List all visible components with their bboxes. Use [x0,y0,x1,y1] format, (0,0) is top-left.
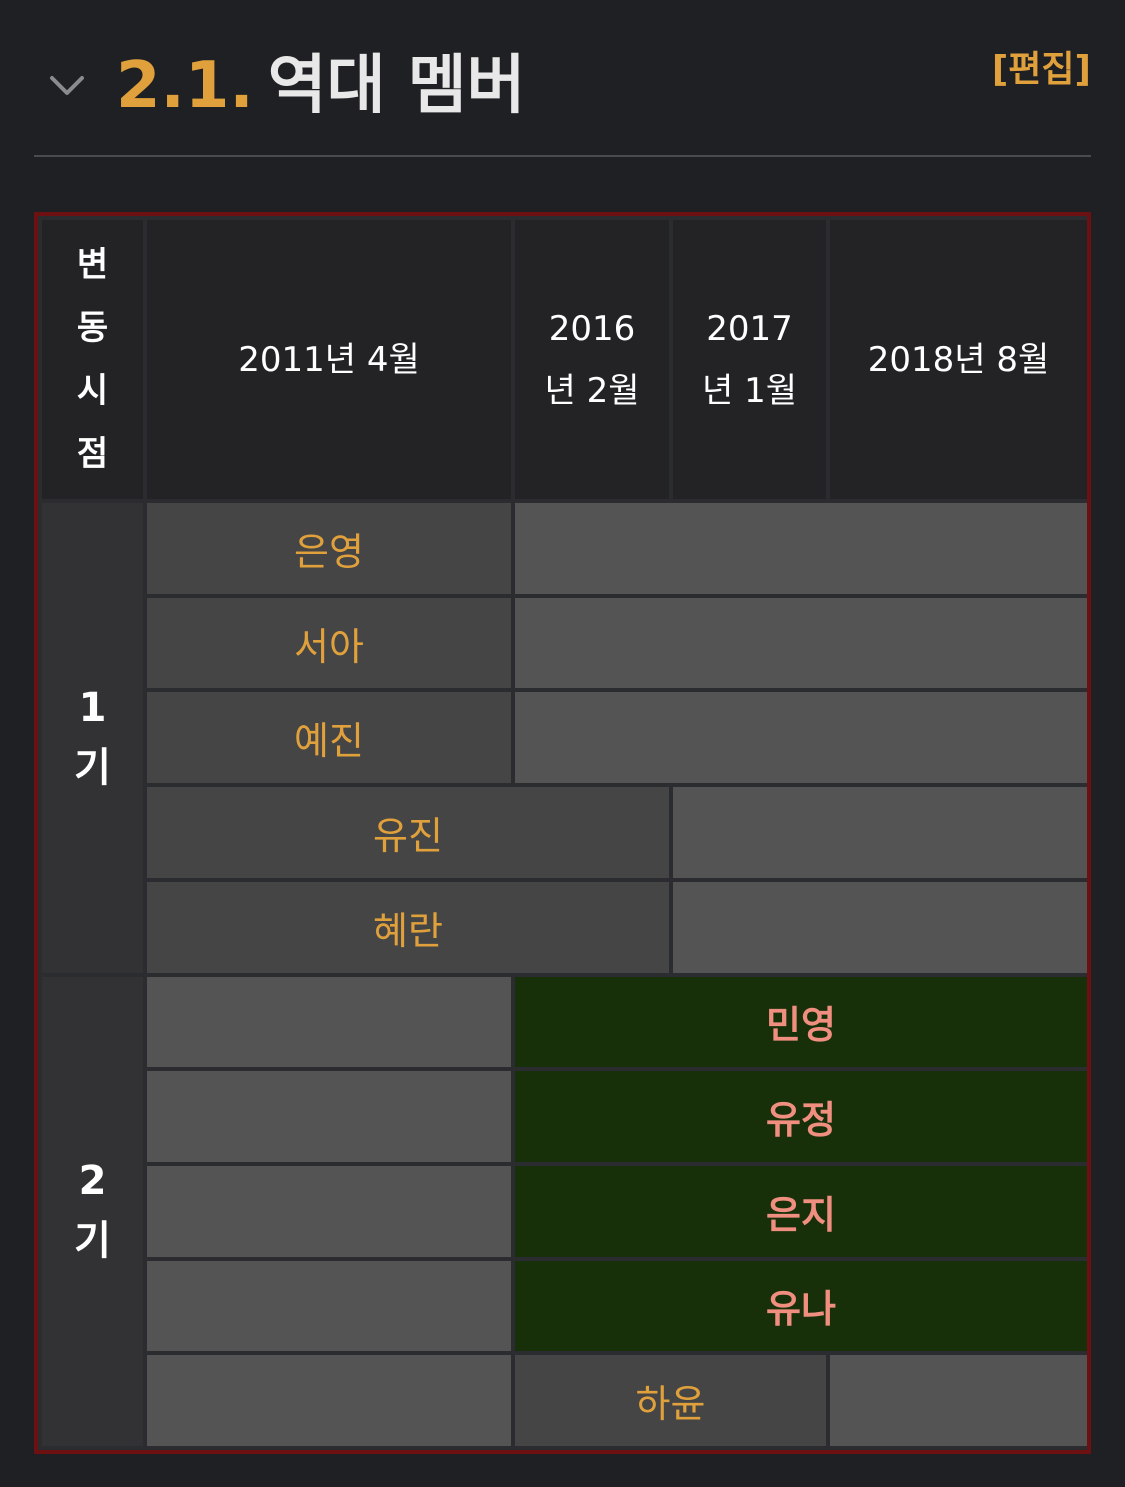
header-2011-04: 2011년 4월 [147,220,511,500]
header-2017-01: 2017 년 1월 [673,220,826,500]
header-label-char: 동 [76,307,109,348]
empty-cell [673,881,1087,973]
header-2018-08: 2018년 8월 [830,220,1087,500]
member-cell-active: 유나 [515,1260,1087,1352]
member-cell-active: 민영 [515,976,1087,1068]
empty-cell [673,787,1087,878]
gen1-label: 1 기 [42,503,143,973]
header-line: 년 2월 [544,370,640,411]
member-cell: 유진 [147,787,669,878]
member-cell: 하윤 [515,1355,826,1446]
gen2-label: 2 기 [42,976,143,1446]
member-cell: 은영 [147,503,511,594]
header-change-point: 변 동 시 점 [42,220,143,500]
gen-label-line: 2 [78,1158,107,1205]
empty-cell [147,1165,511,1257]
empty-cell [830,1355,1087,1446]
member-cell: 서아 [147,597,511,689]
member-cell-active: 유정 [515,1071,1087,1162]
edit-link[interactable]: [편집] [992,40,1091,92]
empty-cell [147,1071,511,1162]
header-2016-02: 2016 년 2월 [515,220,669,500]
member-cell: 혜란 [147,881,669,973]
empty-cell [515,597,1087,689]
empty-cell [147,1260,511,1352]
gen-label-line: 기 [74,1218,111,1265]
member-cell: 예진 [147,692,511,784]
empty-cell [515,503,1087,594]
header-label-char: 변 [76,244,109,285]
members-table: 변 동 시 점 2011년 4월 2016 년 2월 2017 년 1월 201… [34,212,1091,1454]
section-title-text: 역대 멤버 [267,49,526,123]
gen-label-line: 1 [78,684,107,731]
header-label-char: 점 [76,433,109,474]
section-title: 2.1. 역대 멤버 [116,46,526,126]
empty-cell [147,976,511,1068]
empty-cell [147,1355,511,1446]
header-line: 2017 [706,308,793,349]
member-cell-active: 은지 [515,1165,1087,1257]
header-line: 년 1월 [702,370,797,411]
header-line: 2016 [548,308,636,349]
header-label-char: 시 [76,370,109,411]
chevron-down-icon[interactable] [46,64,88,106]
section-number: 2.1. [116,49,254,123]
empty-cell [515,692,1087,784]
gen-label-line: 기 [74,744,111,791]
